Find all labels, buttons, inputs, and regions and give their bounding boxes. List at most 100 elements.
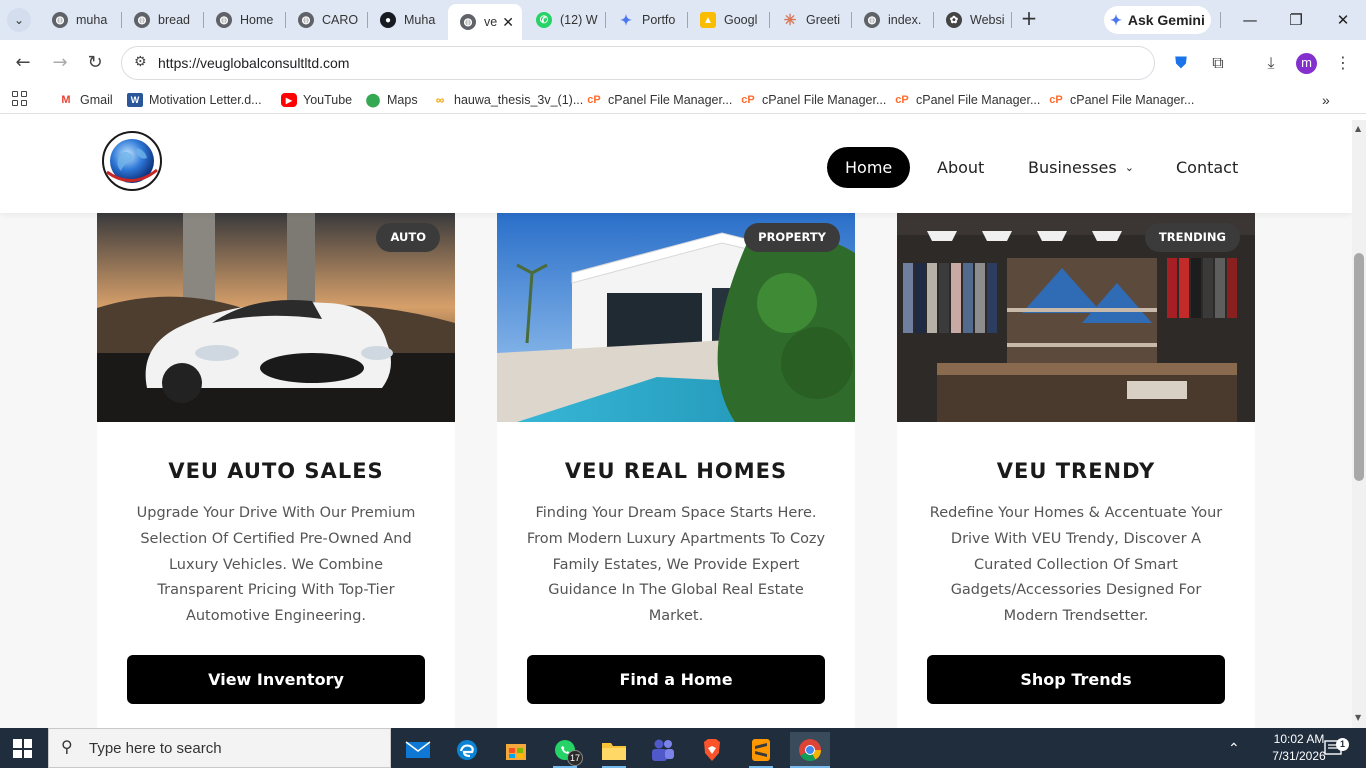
business-card-auto: AUTO VEU AUTO SALES Upgrade Your Drive W… [97, 213, 455, 728]
tab-search-chevron-icon[interactable]: ⌄ [7, 8, 31, 32]
bookmark-cpanel-4[interactable]: cP cPanel File Manager... [1048, 91, 1194, 109]
tab-website[interactable]: ✿ Websi [934, 6, 1010, 34]
kebab-menu-icon[interactable]: ⋮ [1331, 51, 1355, 75]
card-description: Upgrade Your Drive With Our Premium Sele… [136, 505, 416, 625]
tab-portfolio[interactable]: ✦ Portfo [606, 6, 682, 34]
github-icon: ● [380, 12, 396, 28]
category-badge: TRENDING [1144, 223, 1240, 252]
tab-label: index. [888, 13, 922, 27]
bookmark-cpanel-3[interactable]: cP cPanel File Manager... [894, 91, 1040, 109]
url-text[interactable]: https://veuglobalconsultltd.com [158, 55, 349, 71]
whatsapp-app-icon[interactable]: 17 [545, 732, 585, 768]
edge-browser-icon[interactable] [447, 732, 487, 768]
search-placeholder[interactable]: Type here to search [89, 740, 222, 757]
forward-arrow-icon[interactable]: → [48, 51, 72, 75]
scroll-up-arrow-icon[interactable]: ▲ [1355, 124, 1361, 133]
tab-muha[interactable]: ◍ muha [40, 6, 116, 34]
find-a-home-button[interactable]: Find a Home [527, 655, 825, 704]
apps-grid-icon[interactable] [12, 91, 28, 107]
nav-contact[interactable]: Contact [1176, 147, 1238, 188]
link-icon: ∞ [435, 93, 445, 107]
close-window-icon[interactable]: ✕ [1320, 8, 1366, 32]
whatsapp-icon: ✆ [536, 12, 552, 28]
bookmark-maps[interactable]: ⬤ Maps [365, 91, 418, 109]
nav-label: Contact [1176, 158, 1239, 177]
cpanel-icon: cP [895, 94, 909, 106]
tab-github[interactable]: ● Muha [368, 6, 444, 34]
restore-icon[interactable]: ❐ [1273, 8, 1319, 32]
bookmark-gmail[interactable]: M Gmail [58, 91, 112, 109]
veu-globe-logo[interactable] [101, 130, 163, 192]
scrollbar-thumb[interactable] [1354, 253, 1364, 481]
globe-icon: ◍ [134, 12, 150, 28]
nav-businesses[interactable]: Businesses ⌄ [1028, 147, 1134, 188]
page-viewport: Home About Businesses ⌄ Contact AUTO VEU… [0, 120, 1352, 728]
nav-home[interactable]: Home [827, 147, 911, 188]
mail-app-icon[interactable] [398, 732, 438, 768]
minimize-icon[interactable]: — [1227, 8, 1273, 32]
bookmark-motivation-letter[interactable]: W Motivation Letter.d... [127, 91, 262, 109]
extensions-puzzle-icon[interactable]: ⧉ [1206, 51, 1230, 75]
bookmark-label: hauwa_thesis_3v_(1)... [454, 93, 584, 107]
bookmark-cpanel-2[interactable]: cP cPanel File Manager... [740, 91, 886, 109]
chrome-browser-icon[interactable] [790, 732, 830, 768]
windows-start-icon[interactable] [13, 739, 32, 758]
tab-strip: ⌄ ◍ muha ◍ bread ◍ Home ◍ CARO ● Muha ◍ … [0, 0, 1366, 40]
page-scrollbar[interactable]: ▲ ▼ [1352, 120, 1366, 728]
chatgpt-icon: ✿ [946, 12, 962, 28]
tab-veu-active[interactable]: ◍ ve ✕ [448, 4, 522, 40]
brave-browser-icon[interactable] [692, 732, 732, 768]
sublime-text-icon[interactable] [741, 732, 781, 768]
cpanel-icon: cP [1049, 94, 1063, 106]
maps-pin-icon: ⬤ [365, 92, 381, 107]
bookmark-label: Motivation Letter.d... [149, 93, 262, 107]
download-icon[interactable]: ⤓ [1259, 51, 1283, 75]
business-card-property: PROPERTY VEU REAL HOMES Finding Your Dre… [497, 213, 855, 728]
address-bar[interactable]: ⚙ https://veuglobalconsultltd.com [121, 46, 1155, 80]
tab-caro[interactable]: ◍ CARO [286, 6, 362, 34]
gemini-sparkle-icon: ✦ [1110, 11, 1122, 28]
show-hidden-icons-chevron-icon[interactable]: ⌃ [1228, 728, 1246, 768]
tab-label: Portfo [642, 13, 676, 27]
teams-app-icon[interactable] [643, 732, 683, 768]
back-arrow-icon[interactable]: ← [11, 51, 35, 75]
site-info-tune-icon[interactable]: ⚙ [134, 54, 147, 70]
card-description: Redefine Your Homes & Accentuate Your Dr… [929, 505, 1223, 625]
tab-index[interactable]: ◍ index. [852, 6, 928, 34]
site-header: Home About Businesses ⌄ Contact [0, 120, 1352, 213]
bookmark-hauwa-thesis[interactable]: ∞ hauwa_thesis_3v_(1)... [432, 91, 584, 109]
whatsapp-unread-badge: 17 [567, 750, 583, 766]
tab-bread[interactable]: ◍ bread [122, 6, 198, 34]
globe-icon: ◍ [52, 12, 68, 28]
bookmark-cpanel-1[interactable]: cP cPanel File Manager... [586, 91, 732, 109]
new-tab-plus-icon[interactable]: + [1018, 8, 1040, 30]
view-inventory-button[interactable]: View Inventory [127, 655, 425, 704]
more-bookmarks-chevron-icon[interactable]: » [1322, 91, 1330, 109]
scroll-down-arrow-icon[interactable]: ▼ [1355, 713, 1361, 722]
tab-greeting[interactable]: ✳ Greeti [770, 6, 846, 34]
shield-extension-icon[interactable]: ⛊ [1169, 51, 1193, 75]
taskbar-search[interactable]: ⚲ Type here to search [48, 728, 391, 768]
globe-icon: ◍ [864, 12, 880, 28]
nav-about[interactable]: About [937, 147, 984, 188]
reload-icon[interactable]: ↻ [83, 51, 107, 75]
cpanel-icon: cP [741, 94, 755, 106]
bookmark-label: cPanel File Manager... [1070, 93, 1195, 107]
globe-icon: ◍ [216, 12, 232, 28]
category-badge: PROPERTY [744, 223, 840, 252]
category-badge: AUTO [376, 223, 440, 252]
ask-gemini-button[interactable]: ✦ Ask Gemini [1104, 6, 1211, 34]
bookmark-youtube[interactable]: ▶ YouTube [281, 91, 352, 109]
close-tab-icon[interactable]: ✕ [502, 14, 514, 31]
card-title: VEU AUTO SALES [168, 459, 384, 483]
shop-trends-button[interactable]: Shop Trends [927, 655, 1225, 704]
tab-google-drive[interactable]: ▲ Googl [688, 6, 764, 34]
notification-center-icon[interactable]: 1 [1324, 728, 1349, 768]
tab-home[interactable]: ◍ Home [204, 6, 280, 34]
profile-avatar[interactable]: m [1296, 53, 1317, 74]
file-explorer-icon[interactable] [594, 732, 634, 768]
tab-whatsapp[interactable]: ✆ (12) W [524, 6, 600, 34]
bookmark-label: YouTube [303, 93, 353, 107]
nav-label: Businesses [1028, 158, 1117, 177]
microsoft-store-icon[interactable] [496, 732, 536, 768]
